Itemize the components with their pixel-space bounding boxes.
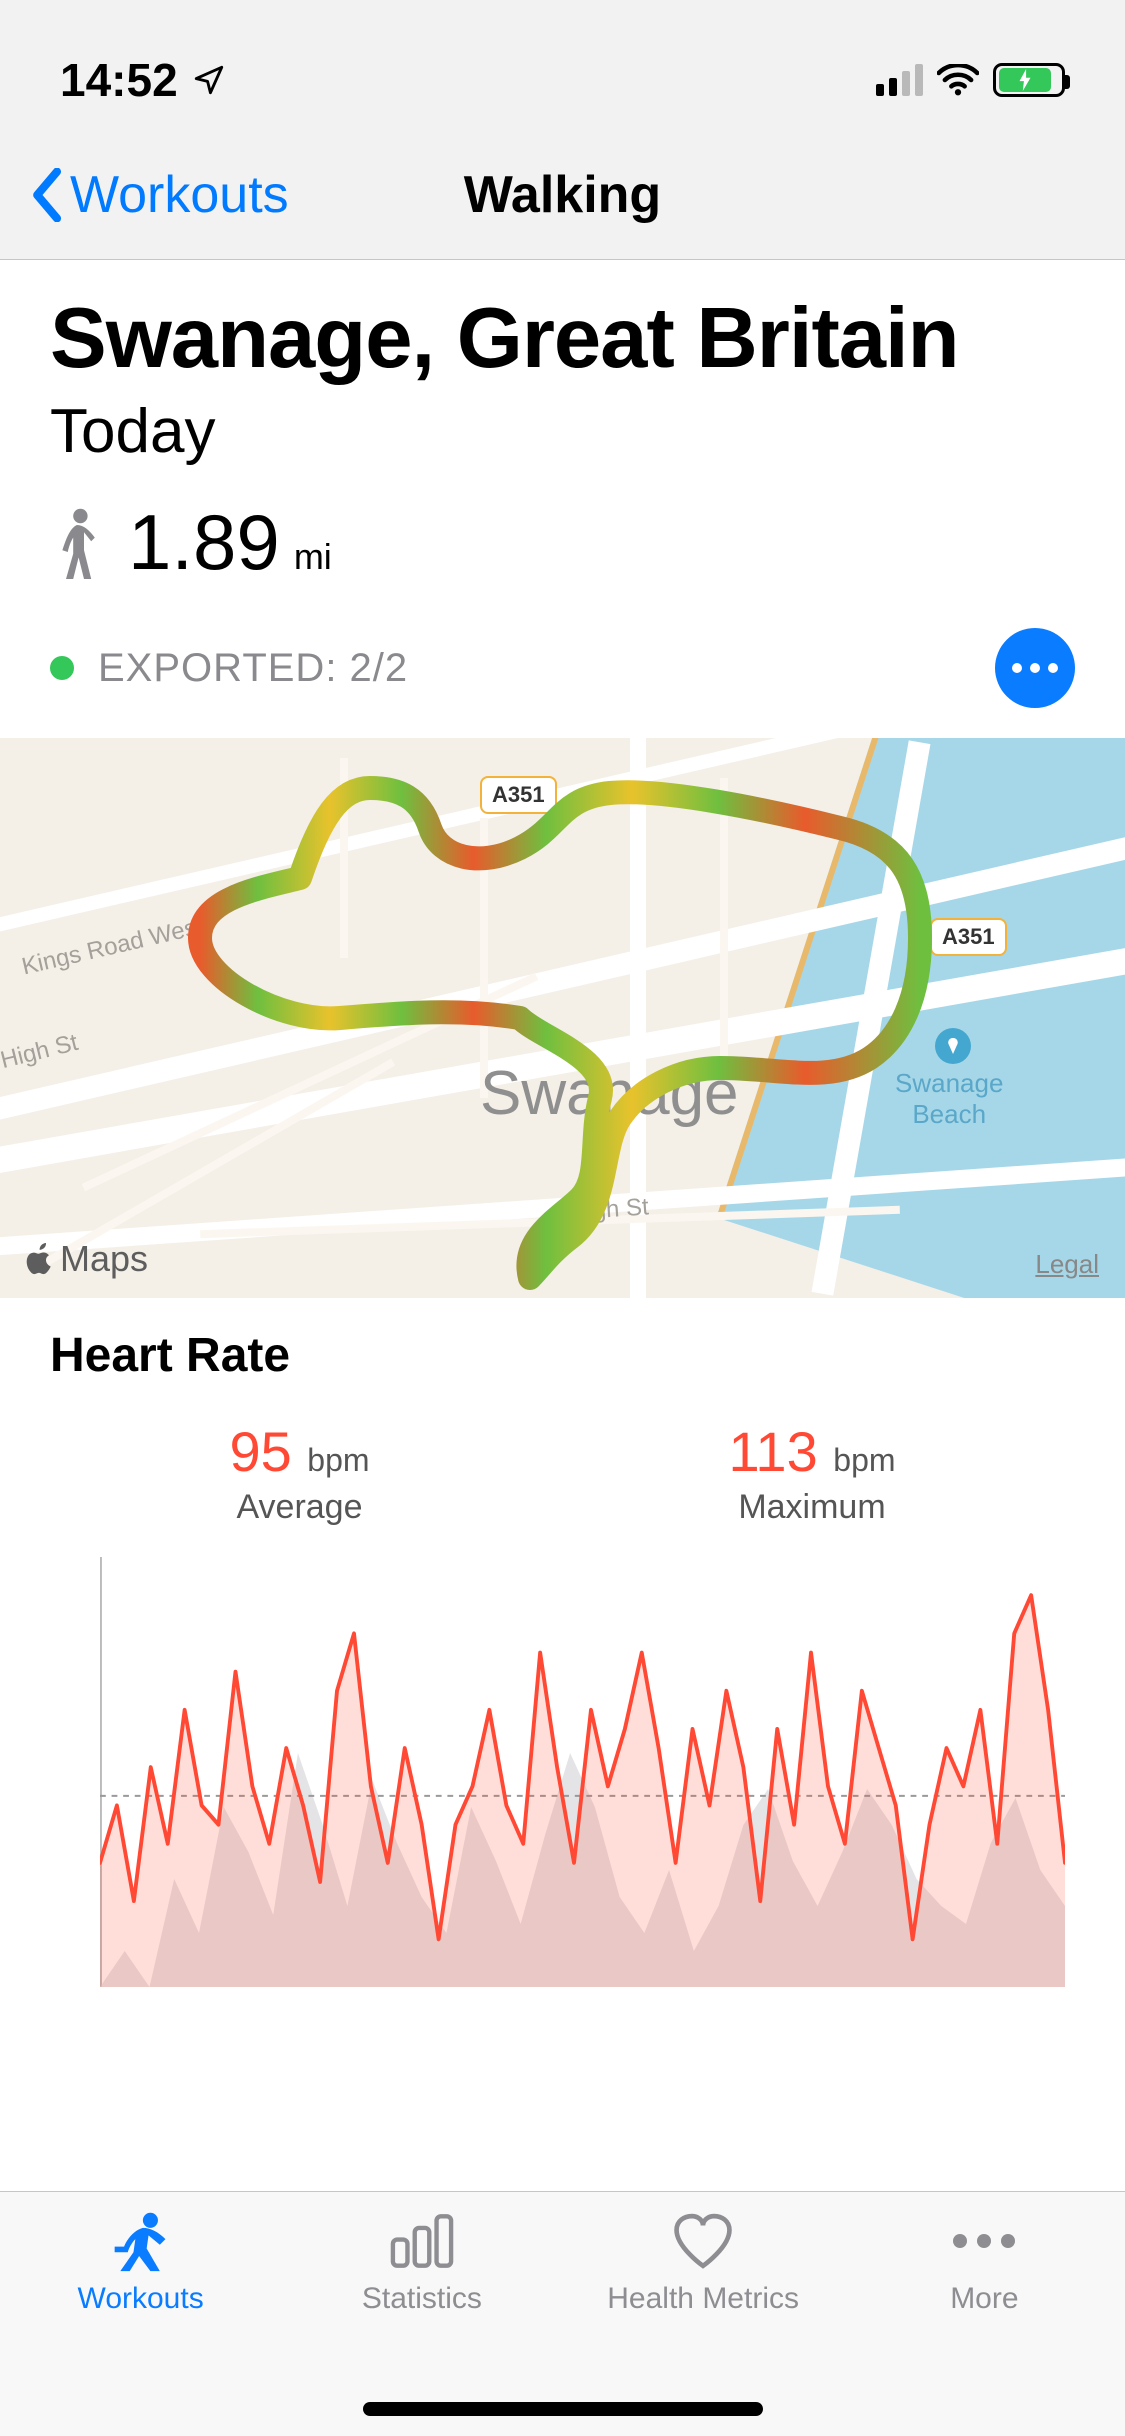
road-shield: A351 bbox=[930, 918, 1007, 956]
road-shield: A351 bbox=[480, 776, 557, 814]
maps-attribution-label: Maps bbox=[60, 1238, 148, 1280]
beach-label-line: Swanage bbox=[895, 1068, 1003, 1099]
workout-summary: Swanage, Great Britain Today 1.89 mi EXP… bbox=[0, 260, 1125, 738]
export-status-label: EXPORTED: 2/2 bbox=[98, 646, 408, 691]
road-label: High St bbox=[569, 1193, 649, 1226]
legal-link[interactable]: Legal bbox=[1035, 1249, 1099, 1280]
road-label: High St bbox=[0, 1029, 81, 1075]
heart-rate-section: Heart Rate 95 bpm Average 113 bpm Maximu… bbox=[0, 1298, 1125, 1987]
maps-attribution: Maps bbox=[26, 1238, 148, 1280]
battery-icon bbox=[993, 63, 1065, 97]
tab-label: Workouts bbox=[78, 2282, 204, 2316]
tab-workouts[interactable]: Workouts bbox=[0, 2210, 281, 2436]
hr-max-label: Maximum bbox=[728, 1488, 895, 1527]
route-map[interactable]: A351 A351 Kings Road West High St High S… bbox=[0, 738, 1125, 1298]
status-time: 14:52 bbox=[60, 53, 178, 107]
date-label: Today bbox=[50, 396, 1075, 467]
road-label: Kings Road West bbox=[19, 913, 206, 982]
hr-avg-unit: bpm bbox=[307, 1442, 369, 1478]
distance-unit: mi bbox=[294, 536, 332, 578]
chevron-left-icon bbox=[30, 168, 66, 222]
heart-icon bbox=[671, 2213, 735, 2269]
hr-avg-label: Average bbox=[229, 1488, 369, 1527]
city-label: Swanage bbox=[480, 1058, 739, 1129]
location-title: Swanage, Great Britain bbox=[50, 290, 1075, 388]
map-minor-road bbox=[340, 758, 348, 958]
running-icon bbox=[109, 2210, 173, 2272]
heart-rate-chart bbox=[50, 1557, 1075, 1987]
tab-bar: Workouts Statistics Health Metrics More bbox=[0, 2191, 1125, 2436]
location-services-icon bbox=[192, 63, 226, 97]
hr-avg-value: 95 bbox=[229, 1420, 291, 1483]
tab-label: Statistics bbox=[362, 2282, 482, 2316]
home-indicator[interactable] bbox=[363, 2402, 763, 2416]
map-minor-road bbox=[720, 778, 728, 1078]
apple-logo-icon bbox=[26, 1243, 54, 1275]
export-status-dot bbox=[50, 656, 74, 680]
walking-icon bbox=[50, 507, 100, 579]
beach-pin-icon bbox=[935, 1028, 971, 1064]
beach-label-line: Beach bbox=[895, 1099, 1003, 1130]
bar-chart-icon bbox=[390, 2213, 454, 2269]
cellular-signal-icon bbox=[876, 64, 923, 96]
tab-label: Health Metrics bbox=[607, 2282, 799, 2316]
hr-average-stat: 95 bpm Average bbox=[229, 1419, 369, 1527]
hr-maximum-stat: 113 bpm Maximum bbox=[728, 1419, 895, 1527]
more-icon bbox=[953, 2234, 1015, 2248]
heart-rate-title: Heart Rate bbox=[50, 1328, 1075, 1383]
tab-more[interactable]: More bbox=[844, 2210, 1125, 2436]
beach-label: Swanage Beach bbox=[895, 1068, 1003, 1130]
navigation-bar: Workouts Walking bbox=[0, 130, 1125, 260]
back-button[interactable]: Workouts bbox=[30, 165, 289, 225]
distance-value: 1.89 bbox=[128, 497, 280, 588]
hr-max-unit: bpm bbox=[833, 1442, 895, 1478]
tab-label: More bbox=[950, 2282, 1018, 2316]
workout-details[interactable]: Swanage, Great Britain Today 1.89 mi EXP… bbox=[0, 260, 1125, 2191]
wifi-icon bbox=[937, 64, 979, 96]
hr-max-value: 113 bbox=[728, 1420, 817, 1483]
more-actions-button[interactable] bbox=[995, 628, 1075, 708]
back-label: Workouts bbox=[70, 165, 289, 225]
status-bar: 14:52 bbox=[0, 0, 1125, 130]
map-minor-road bbox=[480, 818, 488, 1098]
